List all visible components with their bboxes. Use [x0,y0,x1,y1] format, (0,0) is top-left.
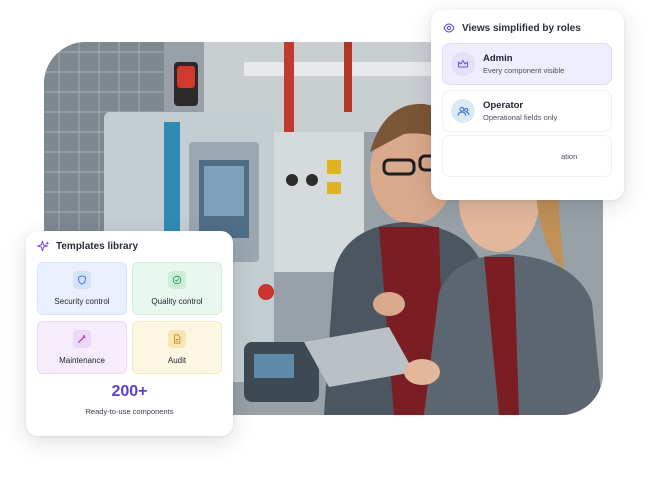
templates-card-header: Templates library [26,231,233,253]
wrench-icon [73,330,91,348]
template-tile-audit[interactable]: Audit [132,321,222,374]
role-name: Operator [483,100,524,111]
template-tile-maintenance[interactable]: Maintenance [37,321,127,374]
roles-card-header: Views simplified by roles [431,10,624,42]
roles-card: Views simplified by roles Admin Every co… [431,10,624,200]
role-description: ation [561,151,578,161]
template-tile-label: Quality control [151,297,203,306]
users-icon [451,99,475,123]
components-count: 200+ [111,383,148,400]
role-description: Every component visible [483,66,565,75]
template-tile-label: Maintenance [59,356,105,365]
role-item-third[interactable]: ation [442,135,612,177]
check-circle-icon [168,271,186,289]
shield-icon [73,271,91,289]
template-tile-quality-control[interactable]: Quality control [132,262,222,315]
components-count-label: Ready-to-use components [85,407,174,416]
template-tile-security-control[interactable]: Security control [37,262,127,315]
templates-card: Templates library Security control Quali… [26,231,233,436]
templates-card-title: Templates library [56,241,139,252]
document-icon [168,330,186,348]
role-description: Operational fields only [483,113,558,122]
role-name: Admin [483,53,513,64]
role-item-operator[interactable]: Operator Operational fields only [442,90,612,132]
eye-icon [443,23,455,33]
template-tile-label: Security control [54,297,110,306]
sparkles-icon [37,240,50,252]
crown-icon [451,52,475,76]
role-item-admin[interactable]: Admin Every component visible [442,43,612,85]
template-tile-label: Audit [167,356,187,365]
roles-card-title: Views simplified by roles [462,22,581,34]
